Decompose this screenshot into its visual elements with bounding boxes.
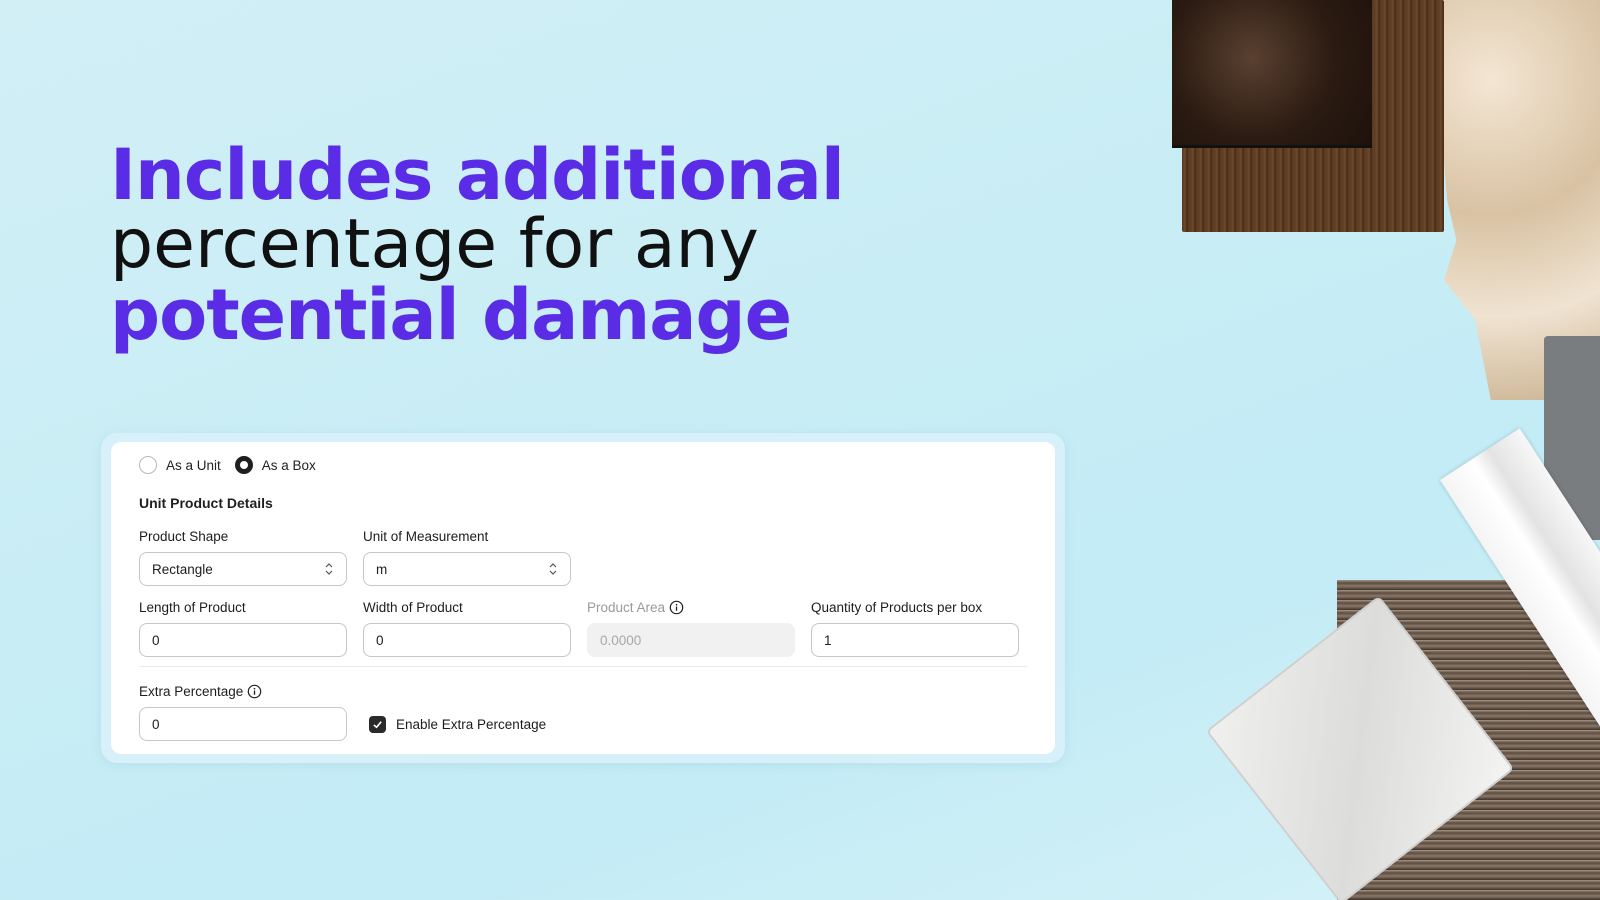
info-icon[interactable] (669, 600, 684, 615)
mode-radio-group: As a Unit As a Box (139, 456, 330, 474)
headline: Includes additional percentage for any p… (110, 134, 845, 356)
quantity-per-box-input[interactable]: 1 (811, 623, 1019, 657)
product-area-field: Product Area 0.0000 (587, 599, 795, 657)
extra-percentage-field: Extra Percentage 0 (139, 683, 347, 741)
marble-tile-sample (1172, 0, 1372, 148)
length-input[interactable]: 0 (139, 623, 347, 657)
radio-as-a-box[interactable] (234, 456, 253, 474)
quantity-per-box-label: Quantity of Products per box (811, 600, 983, 615)
product-shape-select[interactable]: Rectangle (139, 552, 347, 586)
radio-as-a-unit[interactable] (139, 456, 157, 474)
extra-percentage-label: Extra Percentage (139, 684, 244, 699)
divider (139, 666, 1027, 667)
enable-extra-percentage-row: Enable Extra Percentage (369, 716, 546, 733)
chevron-up-down-icon (549, 563, 557, 575)
section-title: Unit Product Details (139, 495, 273, 511)
enable-extra-percentage-label[interactable]: Enable Extra Percentage (396, 717, 546, 732)
product-shape-label: Product Shape (139, 529, 229, 544)
product-shape-value: Rectangle (152, 561, 213, 577)
unit-of-measurement-field: Unit of Measurement m (363, 528, 571, 586)
quantity-per-box-field: Quantity of Products per box 1 (811, 599, 1019, 657)
headline-line-3: potential damage (110, 274, 792, 356)
chevron-up-down-icon (325, 563, 333, 575)
enable-extra-percentage-checkbox[interactable] (369, 716, 386, 733)
unit-of-measurement-value: m (376, 561, 388, 577)
unit-of-measurement-select[interactable]: m (363, 552, 571, 586)
unit-product-form: As a Unit As a Box Unit Product Details … (111, 442, 1055, 754)
headline-line-1: Includes additional (110, 134, 845, 216)
length-field: Length of Product 0 (139, 599, 347, 657)
checkmark-icon (373, 721, 382, 729)
product-area-label-row: Product Area (587, 599, 795, 616)
product-area-input: 0.0000 (587, 623, 795, 657)
extra-percentage-input[interactable]: 0 (139, 707, 347, 741)
unit-of-measurement-label: Unit of Measurement (363, 529, 489, 544)
info-icon[interactable] (247, 684, 262, 699)
width-field: Width of Product 0 (363, 599, 571, 657)
headline-line-2: percentage for any (110, 205, 759, 284)
product-shape-field: Product Shape Rectangle (139, 528, 347, 586)
radio-as-a-box-label[interactable]: As a Box (262, 458, 316, 473)
length-label: Length of Product (139, 600, 246, 615)
radio-as-a-unit-label[interactable]: As a Unit (166, 458, 221, 473)
width-input[interactable]: 0 (363, 623, 571, 657)
product-area-label: Product Area (587, 600, 666, 615)
extra-percentage-label-row: Extra Percentage (139, 683, 347, 700)
width-label: Width of Product (363, 600, 463, 615)
